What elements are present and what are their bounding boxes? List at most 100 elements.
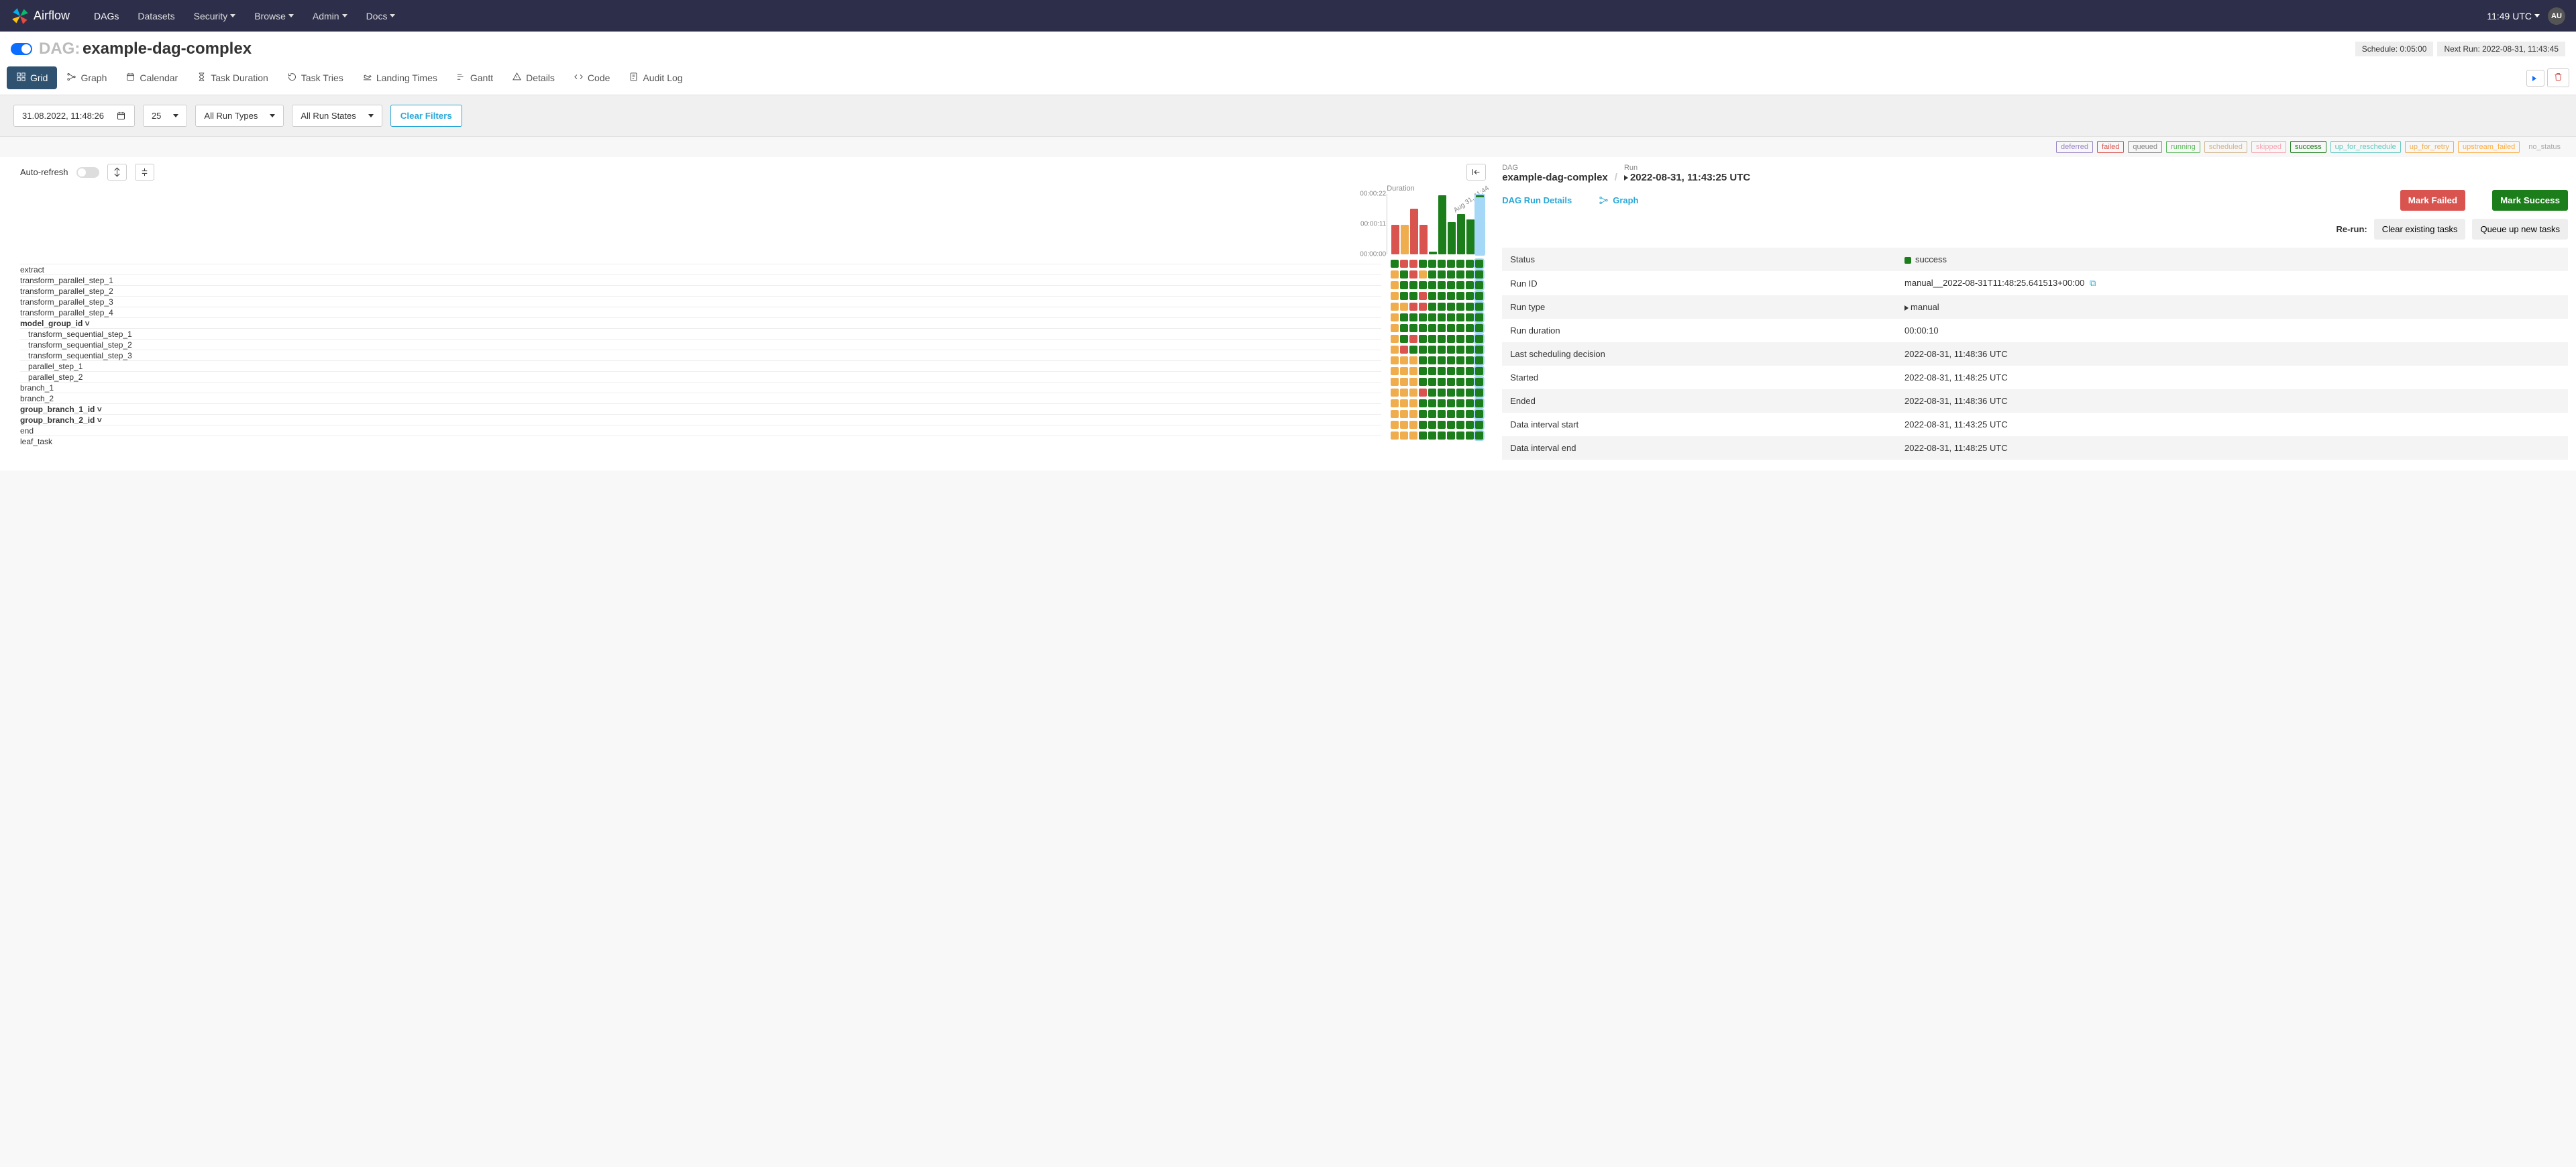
task-instance-cell[interactable]: [1391, 270, 1399, 278]
task-instance-cell[interactable]: [1419, 270, 1427, 278]
task-instance-cell[interactable]: [1466, 303, 1474, 311]
count-filter[interactable]: 25: [143, 105, 187, 127]
task-instance-cell[interactable]: [1428, 303, 1436, 311]
task-instance-cell[interactable]: [1456, 270, 1464, 278]
task-instance-cell[interactable]: [1438, 421, 1446, 429]
task-instance-cell[interactable]: [1400, 410, 1408, 418]
task-instance-cell[interactable]: [1438, 303, 1446, 311]
task-instance-cell[interactable]: [1447, 324, 1455, 332]
task-instance-cell[interactable]: [1400, 399, 1408, 407]
task-instance-cell[interactable]: [1391, 313, 1399, 321]
task-instance-cell[interactable]: [1419, 378, 1427, 386]
legend-failed[interactable]: failed: [2097, 141, 2124, 153]
task-instance-cell[interactable]: [1456, 260, 1464, 268]
task-instance-cell[interactable]: [1456, 356, 1464, 364]
task-instance-cell[interactable]: [1456, 421, 1464, 429]
task-instance-cell[interactable]: [1456, 324, 1464, 332]
tab-landing-times[interactable]: Landing Times: [353, 66, 447, 89]
task-instance-cell[interactable]: [1456, 367, 1464, 375]
task-instance-cell[interactable]: [1456, 346, 1464, 354]
task-row-group_branch_2_id[interactable]: group_branch_2_id ˅: [20, 414, 1381, 425]
task-instance-cell[interactable]: [1419, 346, 1427, 354]
task-instance-cell[interactable]: [1475, 346, 1483, 354]
task-instance-cell[interactable]: [1428, 313, 1436, 321]
task-instance-cell[interactable]: [1391, 367, 1399, 375]
run-bar-1[interactable]: [1401, 225, 1409, 254]
task-instance-cell[interactable]: [1391, 335, 1399, 343]
delete-dag-button[interactable]: [2547, 68, 2569, 87]
legend-deferred[interactable]: deferred: [2056, 141, 2093, 153]
legend-up_for_retry[interactable]: up_for_retry: [2405, 141, 2454, 153]
task-instance-cell[interactable]: [1475, 324, 1483, 332]
task-instance-cell[interactable]: [1456, 378, 1464, 386]
task-instance-cell[interactable]: [1400, 292, 1408, 300]
task-instance-cell[interactable]: [1391, 346, 1399, 354]
task-instance-cell[interactable]: [1409, 389, 1417, 397]
mark-failed-button[interactable]: Mark Failed: [2400, 190, 2465, 211]
task-instance-cell[interactable]: [1466, 367, 1474, 375]
task-instance-cell[interactable]: [1438, 346, 1446, 354]
tab-code[interactable]: Code: [564, 66, 619, 89]
task-instance-cell[interactable]: [1419, 410, 1427, 418]
trigger-dag-button[interactable]: [2526, 70, 2544, 87]
task-instance-cell[interactable]: [1391, 389, 1399, 397]
task-instance-cell[interactable]: [1447, 292, 1455, 300]
task-instance-cell[interactable]: [1466, 410, 1474, 418]
expand-all-button[interactable]: [107, 164, 127, 181]
task-instance-cell[interactable]: [1456, 389, 1464, 397]
task-instance-cell[interactable]: [1466, 421, 1474, 429]
task-instance-cell[interactable]: [1447, 399, 1455, 407]
run-bar-8[interactable]: [1466, 219, 1474, 254]
nav-datasets[interactable]: Datasets: [129, 5, 182, 27]
task-instance-cell[interactable]: [1409, 260, 1417, 268]
task-instance-cell[interactable]: [1475, 389, 1483, 397]
task-instance-cell[interactable]: [1391, 356, 1399, 364]
task-instance-cell[interactable]: [1475, 367, 1483, 375]
legend-running[interactable]: running: [2166, 141, 2200, 153]
task-row-branch_1[interactable]: branch_1: [20, 382, 1381, 393]
task-instance-cell[interactable]: [1419, 356, 1427, 364]
bc-dag-value[interactable]: example-dag-complex: [1502, 172, 1608, 183]
task-instance-cell[interactable]: [1447, 260, 1455, 268]
tab-graph[interactable]: Graph: [57, 66, 116, 89]
task-instance-cell[interactable]: [1391, 399, 1399, 407]
task-instance-cell[interactable]: [1438, 399, 1446, 407]
copy-icon[interactable]: ⧉: [2090, 278, 2096, 288]
run-state-filter[interactable]: All Run States: [292, 105, 382, 127]
task-row-model_group_id[interactable]: model_group_id ˅: [20, 317, 1381, 328]
task-instance-cell[interactable]: [1400, 324, 1408, 332]
task-instance-cell[interactable]: [1447, 421, 1455, 429]
run-bar-6[interactable]: [1448, 222, 1456, 254]
legend-up_for_reschedule[interactable]: up_for_reschedule: [2330, 141, 2401, 153]
task-instance-cell[interactable]: [1428, 324, 1436, 332]
tab-task-tries[interactable]: Task Tries: [278, 66, 353, 89]
task-instance-cell[interactable]: [1400, 421, 1408, 429]
task-instance-cell[interactable]: [1391, 432, 1399, 440]
task-instance-cell[interactable]: [1428, 356, 1436, 364]
task-instance-cell[interactable]: [1475, 281, 1483, 289]
task-instance-cell[interactable]: [1428, 292, 1436, 300]
nav-docs[interactable]: Docs: [358, 5, 404, 27]
tab-details[interactable]: Details: [502, 66, 564, 89]
task-instance-cell[interactable]: [1419, 324, 1427, 332]
task-instance-cell[interactable]: [1475, 399, 1483, 407]
task-instance-cell[interactable]: [1391, 260, 1399, 268]
task-instance-cell[interactable]: [1447, 389, 1455, 397]
task-instance-cell[interactable]: [1466, 270, 1474, 278]
task-instance-cell[interactable]: [1428, 378, 1436, 386]
task-instance-cell[interactable]: [1409, 292, 1417, 300]
task-row-transform_parallel_step_1[interactable]: transform_parallel_step_1: [20, 274, 1381, 285]
legend-success[interactable]: success: [2290, 141, 2326, 153]
task-row-leaf_task[interactable]: leaf_task: [20, 436, 1381, 446]
run-bar-7[interactable]: [1457, 214, 1465, 254]
task-row-transform_parallel_step_3[interactable]: transform_parallel_step_3: [20, 296, 1381, 307]
task-row-parallel_step_2[interactable]: parallel_step_2: [20, 371, 1381, 382]
task-instance-cell[interactable]: [1409, 313, 1417, 321]
task-instance-cell[interactable]: [1419, 260, 1427, 268]
task-row-transform_parallel_step_2[interactable]: transform_parallel_step_2: [20, 285, 1381, 296]
tab-dag-run-details[interactable]: DAG Run Details: [1502, 195, 1572, 205]
run-bar-9[interactable]: [1476, 195, 1484, 254]
nav-browse[interactable]: Browse: [246, 5, 302, 27]
task-instance-cell[interactable]: [1438, 432, 1446, 440]
task-instance-cell[interactable]: [1447, 313, 1455, 321]
